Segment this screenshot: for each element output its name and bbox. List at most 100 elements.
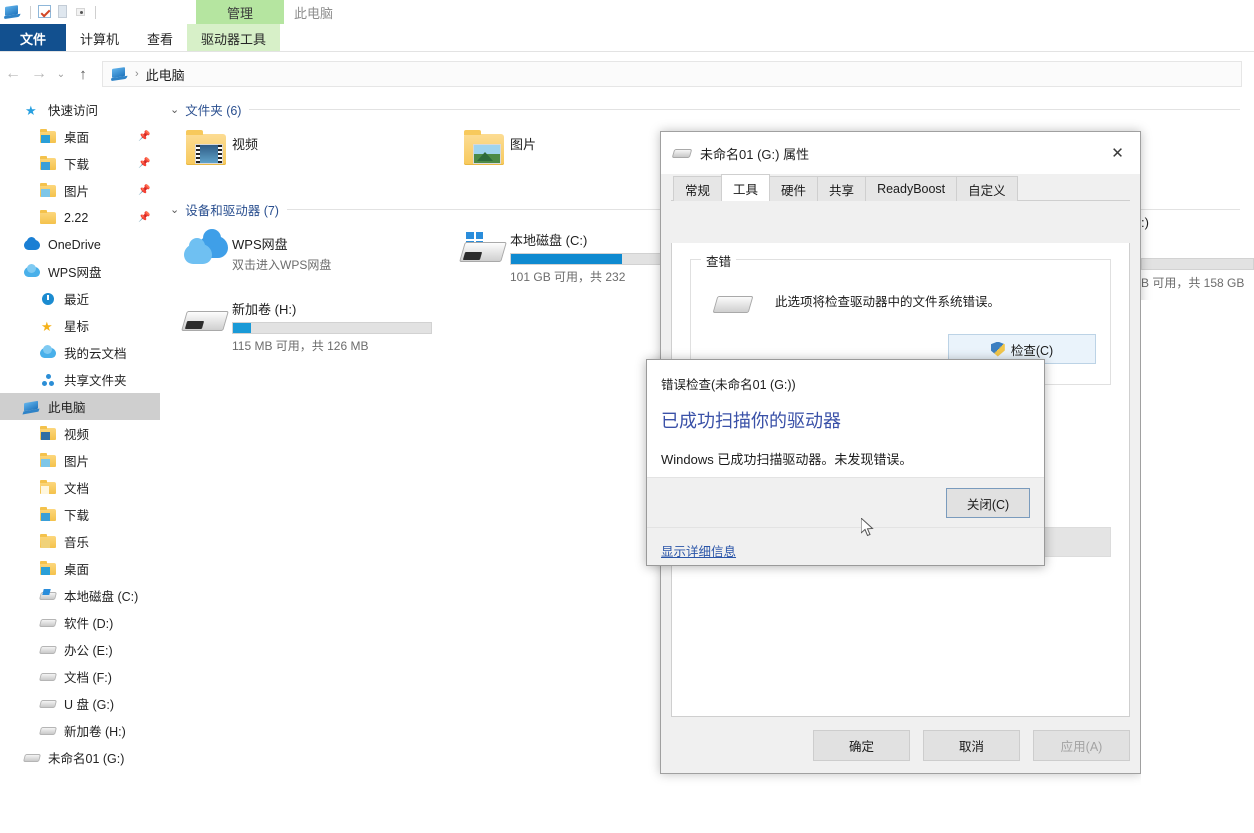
- sidebar-item-label: 下载: [64, 509, 90, 523]
- contextual-group-label: 管理: [226, 5, 253, 21]
- drive-icon: [39, 615, 57, 631]
- cancel-button[interactable]: 取消: [923, 730, 1020, 761]
- sidebar-item-14[interactable]: 文档: [0, 474, 160, 501]
- this-pc-icon: [111, 66, 129, 82]
- properties-tab-strip: 常规 工具 硬件 共享 ReadyBoost 自定义: [661, 174, 1140, 201]
- properties-check-icon[interactable]: [36, 4, 54, 20]
- sidebar-item-24[interactable]: 未命名01 (G:): [0, 744, 160, 771]
- sidebar-item-5[interactable]: OneDrive: [0, 231, 160, 258]
- error-checking-dialog: 错误检查(未命名01 (G:)) 已成功扫描你的驱动器 Windows 已成功扫…: [646, 359, 1045, 566]
- sidebar-item-label: 文档 (F:): [64, 671, 112, 685]
- sidebar-item-label: 图片: [64, 185, 90, 199]
- sidebar-item-10[interactable]: 共享文件夹: [0, 366, 160, 393]
- close-icon[interactable]: ✕: [1095, 132, 1140, 174]
- folder-music-icon: [40, 533, 57, 550]
- sidebar-item-0[interactable]: ★ 快速访问: [0, 96, 160, 123]
- sidebar-item-label: 桌面: [64, 131, 90, 145]
- item-subtitle: B 可用，共 158 GB: [1141, 276, 1245, 290]
- folder-videos-icon: [40, 425, 57, 442]
- sidebar-item-7[interactable]: 最近: [0, 285, 160, 312]
- sidebar-item-12[interactable]: 视频: [0, 420, 160, 447]
- ok-button[interactable]: 确定: [813, 730, 910, 761]
- list-item[interactable]: 视频: [174, 122, 452, 184]
- sidebar-item-label: 星标: [64, 320, 90, 334]
- sidebar-item-label: OneDrive: [48, 237, 101, 252]
- pin-icon[interactable]: 📌: [138, 158, 150, 169]
- properties-tab-0[interactable]: 常规: [673, 176, 723, 201]
- properties-tab-2[interactable]: 硬件: [769, 176, 819, 201]
- tab-computer[interactable]: 计算机: [66, 24, 133, 52]
- group-header-folders[interactable]: ⌄ 文件夹 (6): [160, 96, 1254, 122]
- drive-icon: [705, 278, 775, 324]
- item-name: WPS网盘: [232, 237, 288, 252]
- breadcrumb[interactable]: › 此电脑: [102, 61, 1242, 87]
- sidebar-item-19[interactable]: 软件 (D:): [0, 609, 160, 636]
- chevron-down-icon[interactable]: ⌄: [52, 61, 70, 87]
- pin-icon[interactable]: 📌: [138, 131, 150, 142]
- sidebar-item-1[interactable]: 桌面 📌: [0, 123, 160, 150]
- folder-pictures-icon: [40, 452, 57, 469]
- properties-tab-5[interactable]: 自定义: [956, 176, 1018, 201]
- arrow-right-icon[interactable]: →: [26, 61, 52, 87]
- breadcrumb-path[interactable]: 此电脑: [146, 65, 185, 84]
- tab-file[interactable]: 文件: [0, 24, 66, 52]
- onedrive-cloud-icon: [24, 236, 41, 253]
- sidebar-item-23[interactable]: 新加卷 (H:): [0, 717, 160, 744]
- arrow-up-icon[interactable]: ↑: [70, 61, 96, 87]
- item-name: :): [1141, 215, 1149, 230]
- sidebar-item-label: 文档: [64, 482, 90, 496]
- sidebar-item-9[interactable]: 我的云文档: [0, 339, 160, 366]
- sidebar-item-11[interactable]: 此电脑: [0, 393, 160, 420]
- check-button-label: 检查(C): [1010, 343, 1054, 358]
- list-item[interactable]: WPS网盘 双击进入WPS网盘: [174, 222, 452, 291]
- dialog-title-bar[interactable]: 未命名01 (G:) 属性 ✕: [661, 132, 1140, 174]
- properties-tab-1[interactable]: 工具: [721, 174, 771, 201]
- close-button[interactable]: 关闭(C): [946, 488, 1030, 518]
- sidebar-item-label: 图片: [64, 455, 90, 469]
- sidebar-item-label: 视频: [64, 428, 90, 442]
- folder-pictures-icon: [456, 128, 510, 178]
- sidebar-item-8[interactable]: ★ 星标: [0, 312, 160, 339]
- pin-icon[interactable]: 📌: [138, 212, 150, 223]
- arrow-left-icon[interactable]: ←: [0, 61, 26, 87]
- sidebar-item-label: U 盘 (G:): [64, 698, 114, 712]
- sidebar-item-label: 最近: [64, 293, 90, 307]
- sidebar-item-3[interactable]: 图片 📌: [0, 177, 160, 204]
- customize-dropdown-icon[interactable]: [72, 4, 90, 20]
- item-subtitle: 双击进入WPS网盘: [232, 258, 332, 272]
- section-description: 此选项将检查驱动器中的文件系统错误。: [775, 295, 1001, 309]
- folder-desktop-icon: [40, 560, 57, 577]
- chevron-down-icon[interactable]: ⌄: [170, 203, 179, 216]
- tab-view[interactable]: 查看: [133, 24, 187, 52]
- sidebar-item-label: 软件 (D:): [64, 617, 114, 631]
- tab-drive-tools[interactable]: 驱动器工具: [187, 24, 281, 52]
- toolbar-divider: [30, 5, 31, 19]
- sidebar-item-16[interactable]: 音乐: [0, 528, 160, 555]
- list-item[interactable]: 新加卷 (H:) 115 MB 可用，共 126 MB: [174, 291, 452, 360]
- properties-tab-4[interactable]: ReadyBoost: [865, 176, 958, 201]
- sidebar-item-21[interactable]: 文档 (F:): [0, 663, 160, 690]
- drive-icon: [23, 750, 41, 766]
- chevron-down-icon[interactable]: ⌄: [170, 103, 179, 116]
- sidebar-item-20[interactable]: 办公 (E:): [0, 636, 160, 663]
- new-folder-icon[interactable]: [54, 4, 72, 20]
- sidebar-item-13[interactable]: 图片: [0, 447, 160, 474]
- dialog-action-buttons: 确定 取消 应用(A): [800, 730, 1130, 761]
- group-rule: [249, 108, 1240, 110]
- sidebar-item-15[interactable]: 下载: [0, 501, 160, 528]
- content-filler: [1141, 300, 1254, 833]
- sidebar-item-18[interactable]: 本地磁盘 (C:): [0, 582, 160, 609]
- sidebar-item-4[interactable]: 2.22 📌: [0, 204, 160, 231]
- sidebar-item-22[interactable]: U 盘 (G:): [0, 690, 160, 717]
- properties-tab-3[interactable]: 共享: [817, 176, 867, 201]
- sidebar-item-6[interactable]: WPS网盘: [0, 258, 160, 285]
- sidebar-item-label: 音乐: [64, 536, 90, 550]
- show-details-link[interactable]: 显示详细信息: [661, 541, 736, 560]
- sidebar-item-17[interactable]: 桌面: [0, 555, 160, 582]
- navigation-pane[interactable]: ★ 快速访问 桌面 📌 下载 📌 图片 📌 2.22 📌 OneDrive WPS网盘 最近 ★ 星标 我的云…: [0, 96, 160, 833]
- list-item-clipped[interactable]: :) B 可用，共 158 GB: [1141, 215, 1254, 291]
- pin-icon[interactable]: 📌: [138, 185, 150, 196]
- sidebar-item-label: 我的云文档: [64, 347, 127, 361]
- clock-icon: [40, 291, 57, 307]
- sidebar-item-2[interactable]: 下载 📌: [0, 150, 160, 177]
